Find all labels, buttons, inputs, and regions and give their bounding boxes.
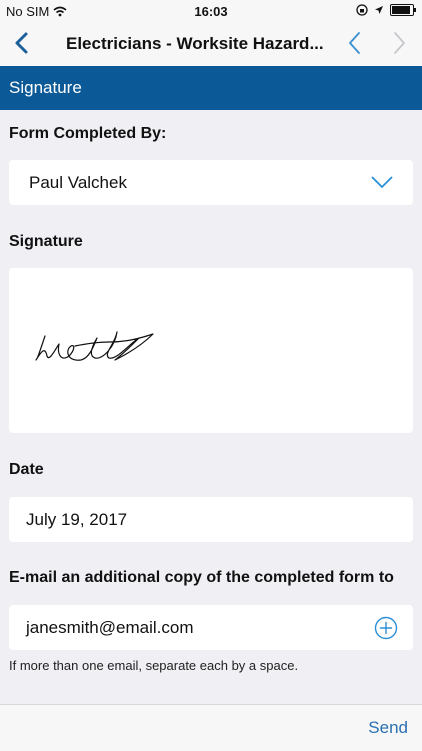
back-chevron-icon[interactable] xyxy=(8,28,38,58)
email-value: janesmith@email.com xyxy=(26,618,194,637)
email-helper-text: If more than one email, separate each by… xyxy=(9,658,299,673)
completed-by-select[interactable]: Paul Valchek xyxy=(9,160,413,205)
footer-toolbar: Send xyxy=(0,704,422,751)
status-bar: No SIM 16:03 xyxy=(0,0,422,22)
date-label: Date xyxy=(9,461,44,478)
location-arrow-icon xyxy=(375,6,383,14)
status-right xyxy=(356,4,416,16)
page-title: Electricians - Worksite Hazard... xyxy=(66,34,324,53)
email-label: E-mail an additional copy of the complet… xyxy=(9,569,394,586)
date-value: July 19, 2017 xyxy=(26,510,128,529)
chevron-down-icon xyxy=(371,176,393,188)
signature-label: Signature xyxy=(9,233,83,250)
signature-drawing xyxy=(35,331,154,361)
date-field[interactable]: July 19, 2017 xyxy=(9,497,413,542)
email-field[interactable]: janesmith@email.com xyxy=(9,605,413,650)
previous-page-icon[interactable] xyxy=(344,29,368,57)
nav-bar: Electricians - Worksite Hazard... xyxy=(0,22,422,66)
next-page-icon[interactable] xyxy=(386,29,410,57)
battery-icon xyxy=(390,4,416,16)
section-header: Signature xyxy=(0,66,422,110)
add-email-icon[interactable] xyxy=(374,616,398,640)
send-button[interactable]: Send xyxy=(368,718,408,738)
section-title: Signature xyxy=(9,78,82,97)
completed-by-label: Form Completed By: xyxy=(9,125,167,142)
signature-pad[interactable] xyxy=(9,268,413,433)
completed-by-value: Paul Valchek xyxy=(29,173,127,192)
orientation-lock-icon xyxy=(356,4,368,16)
